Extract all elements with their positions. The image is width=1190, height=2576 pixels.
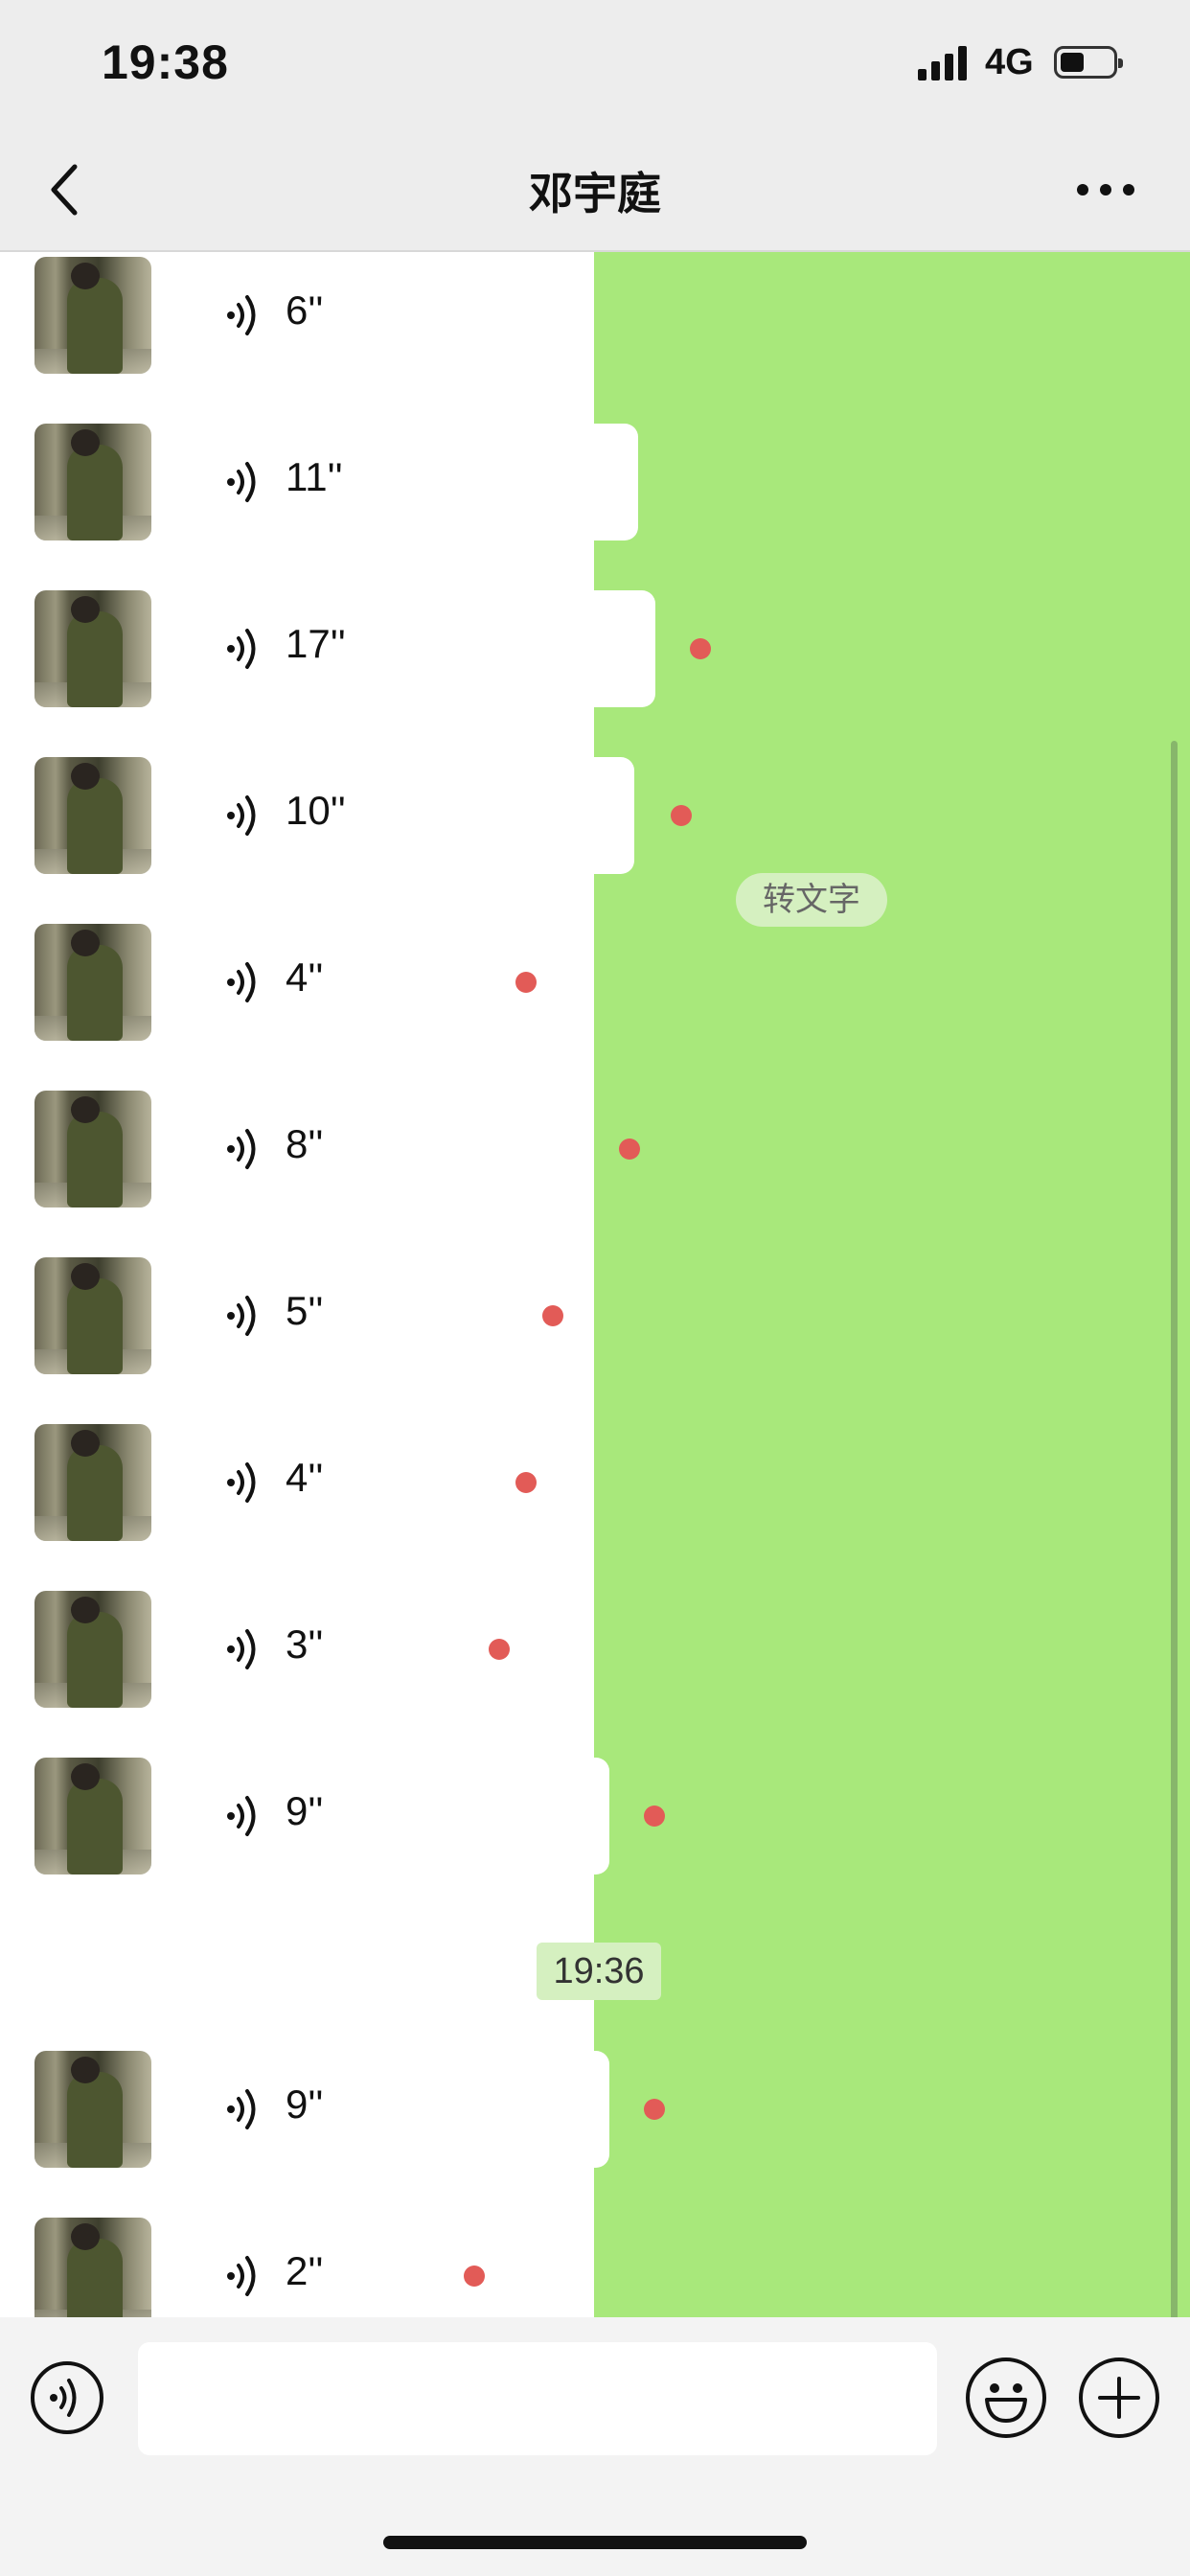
voice-wave-icon	[227, 462, 256, 502]
emoji-button[interactable]	[966, 2358, 1046, 2438]
unread-dot	[464, 2266, 485, 2287]
avatar[interactable]	[34, 1591, 151, 1708]
home-indicator	[383, 2536, 807, 2549]
avatar[interactable]	[34, 1758, 151, 1874]
unread-dot	[515, 1472, 537, 1493]
voice-wave-icon	[227, 2089, 256, 2129]
unread-dot	[671, 805, 692, 826]
voice-duration: 4''	[286, 954, 324, 1000]
voice-wave-icon	[227, 1462, 256, 1503]
voice-message[interactable]: 4''	[0, 1424, 1190, 1541]
voice-input-icon	[50, 2379, 77, 2417]
voice-duration: 6''	[286, 288, 324, 333]
avatar[interactable]	[34, 257, 151, 374]
voice-duration: 9''	[286, 2082, 324, 2127]
avatar[interactable]	[34, 1257, 151, 1374]
message-list[interactable]: 6'' 11'' 17'' 10'' 4'' 8'' 5'' 4'' 3'' 9…	[0, 252, 1190, 2317]
voice-message[interactable]: 3''	[0, 1591, 1190, 1708]
status-time: 19:38	[102, 35, 229, 89]
voice-wave-icon	[227, 2256, 256, 2296]
voice-duration: 3''	[286, 1622, 324, 1667]
network-type: 4G	[985, 42, 1034, 82]
unread-dot	[489, 1639, 510, 1660]
avatar[interactable]	[34, 2218, 151, 2317]
more-button[interactable]	[1077, 184, 1134, 197]
unread-dot	[644, 1806, 665, 1827]
voice-duration: 8''	[286, 1121, 324, 1166]
voice-input-button[interactable]	[31, 2361, 103, 2434]
voice-wave-icon	[227, 1629, 256, 1669]
voice-message[interactable]: 11''	[0, 424, 1190, 540]
avatar[interactable]	[34, 2051, 151, 2168]
unread-dot	[515, 972, 537, 993]
plus-icon	[1098, 2377, 1140, 2419]
voice-duration: 2''	[286, 2248, 324, 2293]
message-input[interactable]	[138, 2342, 937, 2455]
nav-bar: 邓宇庭	[0, 126, 1190, 252]
voice-wave-icon	[227, 629, 256, 669]
voice-wave-icon	[227, 1796, 256, 1836]
input-bar	[0, 2317, 1190, 2576]
emoji-icon	[985, 2383, 1027, 2423]
avatar[interactable]	[34, 1424, 151, 1541]
voice-wave-icon	[227, 1296, 256, 1336]
avatar[interactable]	[34, 757, 151, 874]
voice-duration: 4''	[286, 1455, 324, 1500]
voice-duration: 17''	[286, 621, 346, 666]
voice-message[interactable]: 5''	[0, 1257, 1190, 1374]
cellular-signal-icon	[918, 44, 970, 80]
voice-message[interactable]: 10''	[0, 757, 1190, 874]
voice-duration: 11''	[286, 454, 343, 499]
voice-duration: 9''	[286, 1788, 324, 1833]
convert-to-text-button[interactable]: 转文字	[736, 873, 887, 927]
voice-message[interactable]: 8''	[0, 1091, 1190, 1208]
unread-dot	[619, 1138, 640, 1160]
avatar[interactable]	[34, 1091, 151, 1208]
plus-button[interactable]	[1079, 2358, 1159, 2438]
scrollbar[interactable]	[1171, 741, 1178, 2317]
voice-message[interactable]: 6''	[0, 257, 1190, 374]
unread-dot	[644, 2099, 665, 2120]
status-bar: 19:38 4G	[0, 0, 1190, 126]
unread-dot	[542, 1305, 563, 1326]
voice-duration: 5''	[286, 1288, 324, 1333]
voice-wave-icon	[227, 1129, 256, 1169]
chat-title: 邓宇庭	[529, 169, 661, 218]
voice-message[interactable]: 4''	[0, 924, 1190, 1041]
voice-wave-icon	[227, 962, 256, 1002]
message-timestamp: 19:36	[537, 1943, 661, 2000]
avatar[interactable]	[34, 590, 151, 707]
unread-dot	[690, 638, 711, 659]
avatar[interactable]	[34, 924, 151, 1041]
voice-duration: 10''	[286, 788, 346, 833]
voice-message[interactable]: 9''	[0, 2051, 1190, 2168]
voice-message[interactable]: 2''	[0, 2218, 1190, 2317]
voice-wave-icon	[227, 795, 256, 836]
battery-icon	[1054, 46, 1123, 79]
avatar[interactable]	[34, 424, 151, 540]
voice-wave-icon	[227, 295, 256, 335]
voice-message[interactable]: 17''	[0, 590, 1190, 707]
voice-message[interactable]: 9''	[0, 1758, 1190, 1874]
